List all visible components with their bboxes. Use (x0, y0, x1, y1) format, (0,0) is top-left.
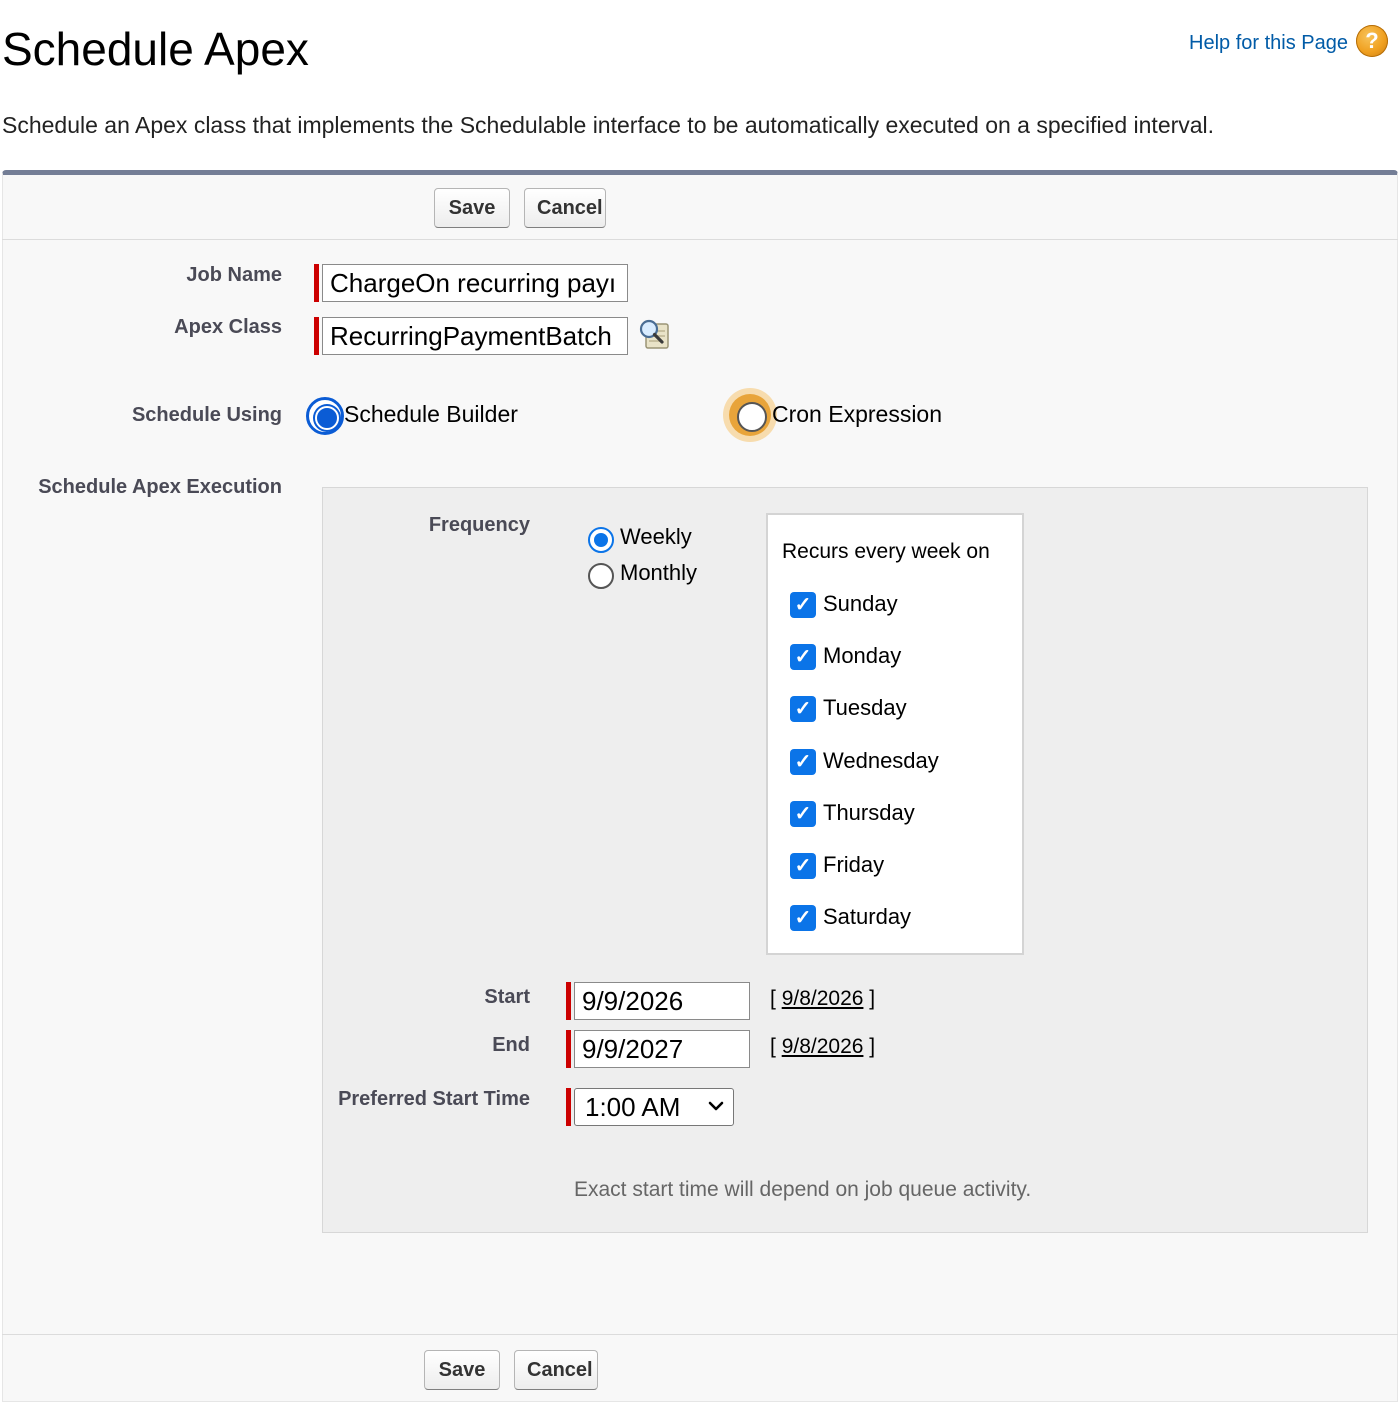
start-today-link-wrapper: [ 9/8/2026 ] (770, 987, 875, 1011)
saturday-checkbox[interactable]: ✓ (790, 905, 816, 931)
job-queue-note: Exact start time will depend on job queu… (574, 1178, 1032, 1201)
end-date-input[interactable]: 9/9/2027 (574, 1030, 750, 1068)
weekly-label[interactable]: Weekly (620, 524, 692, 550)
wednesday-checkbox[interactable]: ✓ (790, 749, 816, 775)
sunday-checkbox[interactable]: ✓ (790, 592, 816, 618)
monthly-radio[interactable] (588, 563, 614, 589)
start-label: Start (484, 986, 530, 1008)
apex-class-label: Apex Class (174, 316, 282, 338)
page-title: Schedule Apex (2, 23, 309, 75)
schedule-using-label: Schedule Using (131, 404, 282, 426)
start-today-link[interactable]: 9/8/2026 (782, 987, 864, 1010)
help-icon[interactable]: ? (1356, 25, 1388, 57)
apex-class-input[interactable]: RecurringPaymentBatch (322, 317, 628, 355)
day-label: Monday (823, 643, 902, 668)
recurs-label: Recurs every week on (782, 540, 990, 563)
preferred-time-label: Preferred Start Time (338, 1088, 530, 1110)
end-today-link[interactable]: 9/8/2026 (782, 1035, 864, 1058)
required-marker (566, 982, 571, 1020)
required-marker (314, 317, 319, 355)
page-description: Schedule an Apex class that implements t… (2, 112, 1215, 138)
schedule-builder-radio[interactable] (306, 397, 344, 435)
day-label: Wednesday (823, 748, 939, 773)
chevron-down-icon (707, 1089, 725, 1137)
cron-expression-label[interactable]: Cron Expression (772, 401, 942, 428)
save-button-top[interactable]: Save (434, 188, 510, 228)
required-marker (566, 1088, 571, 1126)
cancel-button-top[interactable]: Cancel (524, 188, 606, 228)
day-label: Thursday (823, 800, 915, 825)
bottom-divider (2, 1334, 1398, 1335)
day-label: Tuesday (823, 695, 907, 720)
schedule-builder-label[interactable]: Schedule Builder (344, 401, 518, 428)
preferred-time-select[interactable]: 1:00 AM (574, 1088, 734, 1126)
bracket: ] (869, 1035, 876, 1058)
friday-checkbox[interactable]: ✓ (790, 853, 816, 879)
cancel-button-bottom[interactable]: Cancel (514, 1350, 598, 1390)
monday-checkbox[interactable]: ✓ (790, 644, 816, 670)
day-label: Saturday (823, 904, 912, 929)
required-marker (566, 1030, 571, 1068)
lookup-icon[interactable] (638, 318, 672, 352)
bracket: ] (869, 987, 876, 1010)
start-date-input[interactable]: 9/9/2026 (574, 982, 750, 1020)
end-label: End (492, 1034, 530, 1056)
day-label: Sunday (823, 591, 898, 616)
top-divider (2, 239, 1398, 240)
bracket: [ (770, 987, 776, 1010)
recurrence-days-box (766, 513, 1024, 955)
monthly-label[interactable]: Monthly (620, 560, 697, 586)
radio-focus-ring (729, 394, 771, 436)
day-label: Friday (823, 852, 885, 877)
job-name-label: Job Name (186, 264, 282, 286)
save-button-bottom[interactable]: Save (424, 1350, 500, 1390)
cron-expression-radio[interactable] (723, 388, 777, 442)
help-link[interactable]: Help for this Page (1189, 32, 1348, 55)
weekly-radio[interactable] (588, 527, 614, 553)
required-marker (314, 264, 319, 302)
job-name-input[interactable]: ChargeOn recurring payı (322, 264, 628, 302)
tuesday-checkbox[interactable]: ✓ (790, 696, 816, 722)
schedule-execution-label: Schedule Apex Execution (38, 476, 282, 498)
preferred-time-value: 1:00 AM (585, 1092, 681, 1122)
end-today-link-wrapper: [ 9/8/2026 ] (770, 1035, 875, 1059)
bracket: [ (770, 1035, 776, 1058)
thursday-checkbox[interactable]: ✓ (790, 801, 816, 827)
frequency-label: Frequency (428, 514, 530, 536)
